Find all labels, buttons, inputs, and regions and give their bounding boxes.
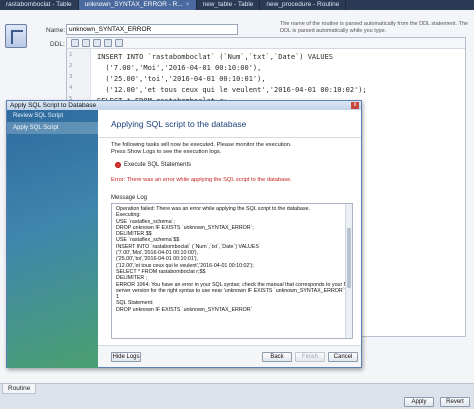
name-hint-text: The name of the routine is parsed automa… xyxy=(280,21,469,34)
dialog-footer: Hide Logs Back Finish Cancel xyxy=(98,345,361,367)
code-area[interactable]: INSERT INTO `rastabomboclat` (`Num`,`txt… xyxy=(97,52,367,107)
tab-label: rastabomboclat - Table xyxy=(6,1,72,8)
message-log-label: Message Log xyxy=(111,195,148,201)
apply-button[interactable]: Apply xyxy=(404,397,434,407)
error-status-icon xyxy=(115,162,121,168)
scrollbar-thumb[interactable] xyxy=(347,228,351,288)
log-scrollbar[interactable] xyxy=(345,204,352,338)
tab-routine[interactable]: Routine xyxy=(2,384,37,394)
tab-new-procedure-routine[interactable]: new_procedure - Routine xyxy=(260,0,347,10)
finish-button[interactable]: Finish xyxy=(295,352,325,362)
save-file-icon[interactable] xyxy=(82,39,90,47)
editor-bottom-bar: Routine Apply Revert xyxy=(0,383,474,409)
execute-icon[interactable] xyxy=(93,39,101,47)
dialog-title-bar[interactable]: Apply SQL Script to Database x xyxy=(7,101,361,110)
code-line: ('7.00','Moi','2016-04-01 00:10:00'), xyxy=(97,64,262,72)
task-execute-sql: Execute SQL Statements xyxy=(115,162,191,168)
hide-logs-button[interactable]: Hide Logs xyxy=(111,352,141,362)
code-line: ('12.00','et tous ceux qui le veulent','… xyxy=(97,86,367,94)
back-button[interactable]: Back xyxy=(262,352,292,362)
log-line: Operation failed: There was an error whi… xyxy=(116,206,311,212)
ddl-label: DDL: xyxy=(50,41,65,48)
editor-toolbar xyxy=(67,38,465,49)
tab-label: unknown_SYNTAX_ERROR - R... xyxy=(84,1,183,8)
log-line: ERROR 1064: You have an error in your SQ… xyxy=(116,281,353,288)
line-number: 1 xyxy=(69,52,73,58)
revert-button[interactable]: Revert xyxy=(440,397,470,407)
routine-icon xyxy=(5,24,27,48)
message-log[interactable]: Operation failed: There was an error whi… xyxy=(111,203,353,339)
tab-rastabomboclat-table[interactable]: rastabomboclat - Table xyxy=(0,0,79,10)
close-icon[interactable]: x xyxy=(351,102,359,109)
log-line: DROP unknown IF EXISTS `unknown_SYNTAX_E… xyxy=(116,306,253,313)
tab-label: new_procedure - Routine xyxy=(266,1,340,8)
find-icon[interactable] xyxy=(104,39,112,47)
dialog-intro: The following tasks will now be executed… xyxy=(111,142,292,156)
line-number: 4 xyxy=(69,85,73,91)
wizard-steps-panel: Review SQL Script Apply SQL Script xyxy=(7,110,98,368)
step-apply-sql-script: Apply SQL Script xyxy=(7,122,98,134)
open-file-icon[interactable] xyxy=(71,39,79,47)
dialog-heading: Applying SQL script to the database xyxy=(111,119,247,129)
divider xyxy=(98,137,361,138)
cancel-button[interactable]: Cancel xyxy=(328,352,358,362)
tab-unknown-syntax-error-routine[interactable]: unknown_SYNTAX_ERROR - R... × xyxy=(78,0,197,10)
intro-line: The following tasks will now be executed… xyxy=(111,142,292,148)
document-tab-strip: rastabomboclat - Table unknown_SYNTAX_ER… xyxy=(0,0,474,10)
apply-sql-dialog: Apply SQL Script to Database x Review SQ… xyxy=(6,100,362,368)
log-text: Operation failed: There was an error whi… xyxy=(116,206,353,313)
line-number: 2 xyxy=(69,63,73,69)
code-line: ('25.00','toi','2016-04-01 00:10:01'), xyxy=(97,75,266,83)
line-number: 3 xyxy=(69,74,73,80)
code-line: INSERT INTO `rastabomboclat` (`Num`,`txt… xyxy=(97,53,334,61)
task-label: Execute SQL Statements xyxy=(124,162,192,168)
intro-line: Press Show Logs to see the execution log… xyxy=(111,149,222,155)
dialog-title: Apply SQL Script to Database xyxy=(10,102,97,109)
close-icon[interactable]: × xyxy=(186,1,190,8)
routine-name-input[interactable] xyxy=(66,24,238,35)
dialog-content: Applying SQL script to the database The … xyxy=(98,110,361,367)
name-label: Name: xyxy=(46,27,66,34)
tab-label: new_table - Table xyxy=(202,1,254,8)
beautify-icon[interactable] xyxy=(115,39,123,47)
error-message: Error: There was an error while applying… xyxy=(111,177,292,183)
tab-new-table[interactable]: new_table - Table xyxy=(197,0,261,10)
log-line: server version for the right syntax to u… xyxy=(116,287,353,294)
step-review-sql-script: Review SQL Script xyxy=(13,113,64,119)
